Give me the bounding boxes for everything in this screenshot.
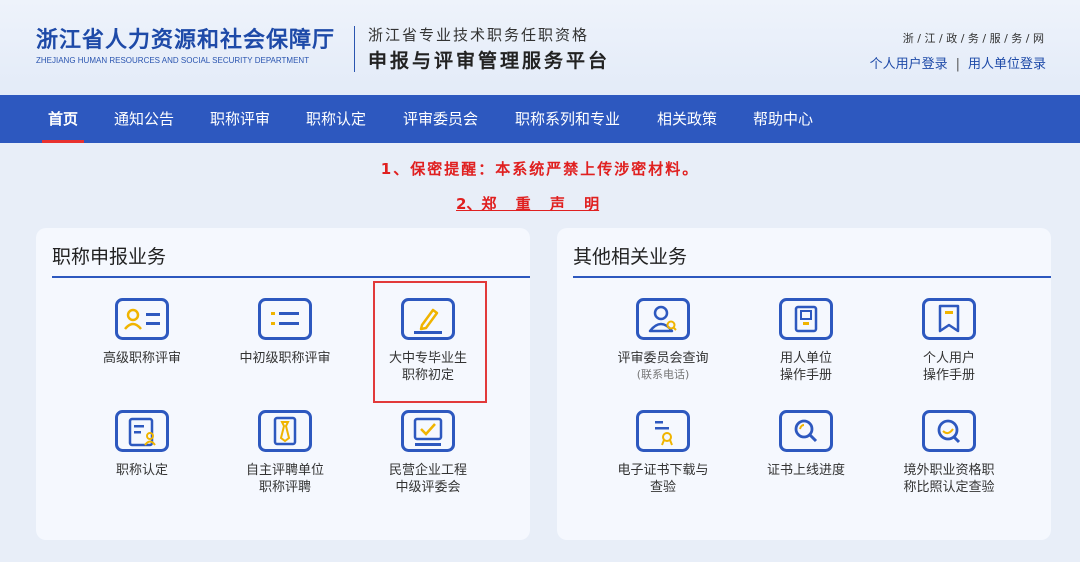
solemn-statement-link[interactable]: 2、郑 重 声 明 [456, 193, 599, 214]
committee-query-tile[interactable]: 评审委员会查询 (联系电话) [601, 298, 725, 382]
nav-notices[interactable]: 通知公告 [114, 95, 174, 143]
tile-label: 评审委员会查询 [617, 351, 709, 366]
unit-manual-tile[interactable]: 用人单位 操作手册 [744, 298, 868, 384]
tile-label-line2: 查验 [649, 480, 676, 495]
main-nav: 首页 通知公告 职称评审 职称认定 评审委员会 职称系列和专业 相关政策 帮助中… [0, 95, 1080, 143]
nav-title-certify[interactable]: 职称认定 [306, 95, 366, 143]
nav-title-review[interactable]: 职称评审 [210, 95, 270, 143]
highlight-box [373, 281, 487, 403]
tile-label-line1: 个人用户 [922, 351, 975, 366]
confidentiality-notice: 1、保密提醒：本系统严禁上传涉密材料。 [380, 160, 700, 178]
mid-junior-title-review-tile[interactable]: 中初级职称评审 [223, 298, 347, 367]
tile-label-line2: 称比照认定查验 [903, 480, 995, 495]
platform-title: 申报与评审管理服务平台 [368, 50, 611, 72]
personal-manual-tile[interactable]: 个人用户 操作手册 [887, 298, 1011, 384]
tile-label: 证书上线进度 [766, 463, 845, 478]
manual-book-icon [779, 298, 833, 340]
tile-sublabel: (联系电话) [636, 368, 690, 381]
senior-title-review-tile[interactable]: 高级职称评审 [80, 298, 204, 367]
magnifier-icon [779, 410, 833, 452]
unit-login-link[interactable]: 用人单位登录 [968, 57, 1046, 72]
nav-help-center[interactable]: 帮助中心 [753, 95, 813, 143]
private-enterprise-committee-tile[interactable]: 民营企业工程 中级评委会 [366, 410, 490, 496]
panel-divider [52, 276, 530, 278]
tile-label-line1: 电子证书下载与 [617, 463, 709, 478]
tile-label-line2: 操作手册 [922, 368, 975, 383]
login-links: 个人用户登录 | 用人单位登录 [870, 53, 1046, 72]
tile-label: 高级职称评审 [102, 351, 181, 366]
tile-label-line2: 职称评聘 [258, 480, 311, 495]
other-services-panel: 其他相关业务 评审委员会查询 (联系电话) 用人单位 操作手册 个人用户 操作手… [557, 228, 1051, 540]
panel-title: 其他相关业务 [573, 246, 688, 268]
tile-label-line1: 民营企业工程 [388, 463, 467, 478]
nav-review-committee[interactable]: 评审委员会 [403, 95, 478, 143]
tile-label-line2: 操作手册 [779, 368, 832, 383]
certificate-tie-icon [258, 410, 312, 452]
document-user-icon [115, 410, 169, 452]
search-verify-icon [922, 410, 976, 452]
tile-label: 职称认定 [115, 463, 168, 478]
tile-label-line1: 境外职业资格职 [903, 463, 995, 478]
site-header: 浙江省人力资源和社会保障厅 ZHEJIANG HUMAN RESOURCES A… [0, 0, 1080, 95]
overseas-qualification-tile[interactable]: 境外职业资格职 称比照认定查验 [887, 410, 1011, 496]
user-search-icon [636, 298, 690, 340]
panel-divider [573, 276, 1051, 278]
tile-label-line1: 用人单位 [779, 351, 832, 366]
panel-title: 职称申报业务 [52, 246, 167, 268]
zj-gov-service-tag[interactable]: 浙 / 江 / 政 / 务 / 服 / 务 / 网 [903, 30, 1044, 46]
nav-series-majors[interactable]: 职称系列和专业 [515, 95, 620, 143]
check-box-icon [401, 410, 455, 452]
login-separator: | [955, 57, 960, 72]
title-recognition-tile[interactable]: 职称认定 [80, 410, 204, 479]
org-name-cn[interactable]: 浙江省人力资源和社会保障厅 [36, 22, 335, 54]
id-card-icon [115, 298, 169, 340]
header-divider [354, 26, 355, 72]
certificate-progress-tile[interactable]: 证书上线进度 [744, 410, 868, 479]
platform-subtitle: 浙江省专业技术职务任职资格 [368, 26, 590, 44]
tile-label-line2: 中级评委会 [395, 480, 461, 495]
nav-policies[interactable]: 相关政策 [657, 95, 717, 143]
personal-login-link[interactable]: 个人用户登录 [870, 57, 948, 72]
tile-label-line1: 自主评聘单位 [245, 463, 324, 478]
tile-label: 中初级职称评审 [239, 351, 331, 366]
self-evaluation-unit-tile[interactable]: 自主评聘单位 职称评聘 [223, 410, 347, 496]
org-name-en: ZHEJIANG HUMAN RESOURCES AND SOCIAL SECU… [36, 56, 310, 65]
e-certificate-download-tile[interactable]: 电子证书下载与 查验 [601, 410, 725, 496]
list-icon [258, 298, 312, 340]
nav-home[interactable]: 首页 [41, 95, 85, 143]
bookmark-icon [922, 298, 976, 340]
certificate-download-icon [636, 410, 690, 452]
